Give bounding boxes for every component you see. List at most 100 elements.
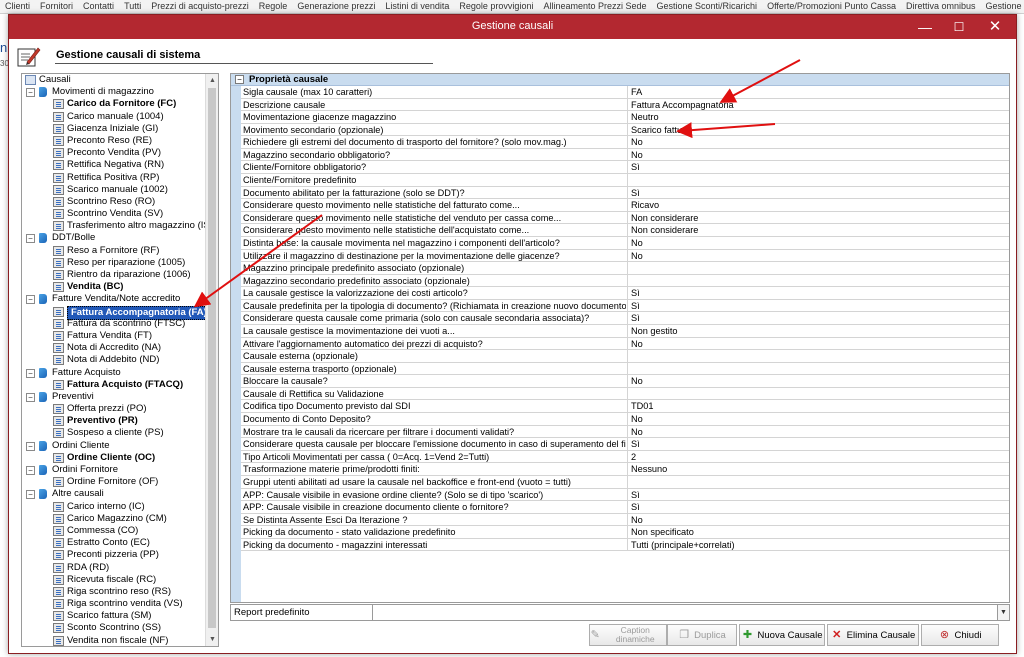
property-row[interactable]: Movimentazione giacenze magazzino Neutro	[241, 111, 1009, 124]
tree-item[interactable]: Ricevuta fiscale (RC)	[22, 574, 206, 586]
nuova-causale-button[interactable]: ✚ Nuova Causale	[739, 624, 825, 646]
tree-item[interactable]: Fattura da scontrino (FTSC)	[22, 318, 206, 330]
elimina-causale-button[interactable]: ✕ Elimina Causale	[827, 624, 919, 646]
property-value[interactable]: Sì	[631, 501, 640, 513]
tree-group[interactable]: − Altre causali	[22, 488, 206, 500]
property-value[interactable]: No	[631, 426, 643, 438]
tree-item[interactable]: Nota di Addebito (ND)	[22, 354, 206, 366]
minimize-button[interactable]: —	[908, 15, 942, 39]
tree-item[interactable]: Estratto Conto (EC)	[22, 537, 206, 549]
property-value[interactable]: Non specificato	[631, 526, 694, 538]
property-row[interactable]: Richiedere gli estremi del documento di …	[241, 136, 1009, 149]
property-row[interactable]: Utilizzare il magazzino di destinazione …	[241, 249, 1009, 263]
scroll-down-arrow-icon[interactable]: ▼	[206, 633, 218, 646]
tree-item[interactable]: Reso a Fornitore (RF)	[22, 245, 206, 257]
chevron-down-icon[interactable]: ▼	[997, 605, 1009, 620]
tree-item[interactable]: Rientro da riparazione (1006)	[22, 269, 206, 281]
property-row[interactable]: APP: Causale visibile in creazione docum…	[241, 501, 1009, 514]
property-row[interactable]: Picking da documento - magazzini interes…	[241, 538, 1009, 552]
collapse-icon[interactable]: −	[26, 441, 35, 451]
tree-item[interactable]: Rettifica Positiva (RP)	[22, 172, 206, 184]
property-section-header[interactable]: − Proprietà causale	[231, 74, 1009, 86]
property-value[interactable]: 2	[631, 451, 636, 463]
tree-group[interactable]: − Movimenti di magazzino	[22, 86, 206, 98]
property-row[interactable]: Sigla causale (max 10 caratteri) FA	[241, 86, 1009, 99]
tree-item[interactable]: Carico interno (IC)	[22, 501, 206, 513]
property-row[interactable]: Documento di Conto Deposito? No	[241, 413, 1009, 426]
property-value[interactable]: No	[631, 514, 643, 526]
maximize-button[interactable]: ☐	[942, 15, 976, 39]
collapse-icon[interactable]: −	[235, 75, 244, 84]
property-row[interactable]: Magazzino secondario obbligatorio? No	[241, 148, 1009, 162]
tree-scrollbar[interactable]: ▲ ▼	[205, 74, 218, 646]
scroll-up-arrow-icon[interactable]: ▲	[206, 74, 218, 87]
property-value[interactable]: No	[631, 413, 643, 425]
property-value[interactable]: Nessuno	[631, 463, 667, 475]
caption-dinamiche-button[interactable]: ✎ Caption dinamiche	[589, 624, 667, 646]
tree-item[interactable]: Vendita non fiscale (NF)	[22, 635, 206, 646]
tree-item[interactable]: Scarico fattura (SM)	[22, 610, 206, 622]
property-row[interactable]: Causale di Rettifica su Validazione	[241, 387, 1009, 401]
property-row[interactable]: Se Distinta Assente Esci Da Iterazione ?…	[241, 513, 1009, 527]
tree-item[interactable]: Rettifica Negativa (RN)	[22, 159, 206, 171]
property-value[interactable]: Ricavo	[631, 199, 659, 211]
tree-item[interactable]: Riga scontrino reso (RS)	[22, 586, 206, 598]
tree-group[interactable]: − Fatture Acquisto	[22, 367, 206, 379]
tree-item[interactable]: RDA (RD)	[22, 562, 206, 574]
property-row[interactable]: Trasformazione materie prime/prodotti fi…	[241, 463, 1009, 476]
tree-item[interactable]: Preconto Vendita (PV)	[22, 147, 206, 159]
property-row[interactable]: Attivare l'aggiornamento automatico dei …	[241, 337, 1009, 351]
property-grid[interactable]: − Proprietà causale Sigla causale (max 1…	[230, 73, 1010, 603]
tree-item[interactable]: Scontrino Vendita (SV)	[22, 208, 206, 220]
tree-item[interactable]: Ordine Fornitore (OF)	[22, 476, 206, 488]
tree-item[interactable]: Preventivo (PR)	[22, 415, 206, 427]
property-value[interactable]: Sì	[631, 287, 640, 299]
property-row[interactable]: Documento abilitato per la fatturazione …	[241, 186, 1009, 200]
property-value[interactable]: Sì	[631, 312, 640, 324]
property-row[interactable]: Considerare questa causale per bloccare …	[241, 438, 1009, 451]
tree-root[interactable]: Causali	[22, 74, 206, 86]
collapse-icon[interactable]: −	[26, 490, 35, 500]
property-row[interactable]: Considerare questa causale come primaria…	[241, 312, 1009, 325]
window-titlebar[interactable]: Gestione causali — ☐ ✕	[9, 15, 1016, 39]
property-value[interactable]: Scarico fattura	[631, 124, 690, 136]
property-value[interactable]: Tutti (principale+correlati)	[631, 539, 735, 551]
property-row[interactable]: Magazzino principale predefinito associa…	[241, 262, 1009, 275]
property-value[interactable]: No	[631, 338, 643, 350]
property-value[interactable]: No	[631, 250, 643, 262]
tree-item[interactable]: Trasferimento altro magazzino (IS)	[22, 220, 206, 232]
property-value[interactable]: No	[631, 136, 643, 148]
property-row[interactable]: Causale predefinita per la tipologia di …	[241, 299, 1009, 313]
scrollbar-thumb[interactable]	[208, 88, 216, 628]
property-row[interactable]: Causale esterna (opzionale)	[241, 350, 1009, 363]
property-row[interactable]: Considerare questo movimento nelle stati…	[241, 211, 1009, 225]
property-row[interactable]: La causale gestisce la movimentazione de…	[241, 324, 1009, 338]
tree-item[interactable]: Scarico manuale (1002)	[22, 184, 206, 196]
property-row[interactable]: Picking da documento - stato validazione…	[241, 526, 1009, 539]
tree-item[interactable]: Sospeso a cliente (PS)	[22, 427, 206, 439]
property-row[interactable]: Magazzino secondario predefinito associa…	[241, 274, 1009, 288]
property-row[interactable]: Considerare questo movimento nelle stati…	[241, 199, 1009, 212]
duplica-button[interactable]: ❐ Duplica	[667, 624, 737, 646]
property-value[interactable]: Sì	[631, 438, 640, 450]
tree-item[interactable]: Reso per riparazione (1005)	[22, 257, 206, 269]
tree-item[interactable]: Preconto Reso (RE)	[22, 135, 206, 147]
tree-item-selected[interactable]: Fattura Accompagnatoria (FA)	[22, 305, 206, 320]
property-value[interactable]: No	[631, 237, 643, 249]
collapse-icon[interactable]: −	[26, 466, 35, 475]
collapse-icon[interactable]: −	[26, 368, 35, 378]
property-value[interactable]: No	[631, 375, 643, 387]
property-row[interactable]: Cliente/Fornitore obbligatorio? Sì	[241, 161, 1009, 175]
tree-group[interactable]: − DDT/Bolle	[22, 232, 206, 244]
property-value[interactable]: Neutro	[631, 111, 659, 123]
tree-item[interactable]: Offerta prezzi (PO)	[22, 403, 206, 415]
property-value[interactable]: FA	[631, 86, 642, 98]
property-value[interactable]: Non considerare	[631, 212, 698, 224]
tree-item[interactable]: Vendita (BC)	[22, 281, 206, 293]
tree-item[interactable]: Scontrino Reso (RO)	[22, 196, 206, 208]
report-select-input[interactable]	[374, 606, 994, 619]
property-value[interactable]: Non gestito	[631, 325, 677, 337]
property-row[interactable]: Considerare questo movimento nelle stati…	[241, 224, 1009, 237]
causali-tree[interactable]: Causali − Movimenti di magazzino Carico da …	[21, 73, 219, 647]
tree-item[interactable]: Ordine Cliente (OC)	[22, 452, 206, 464]
